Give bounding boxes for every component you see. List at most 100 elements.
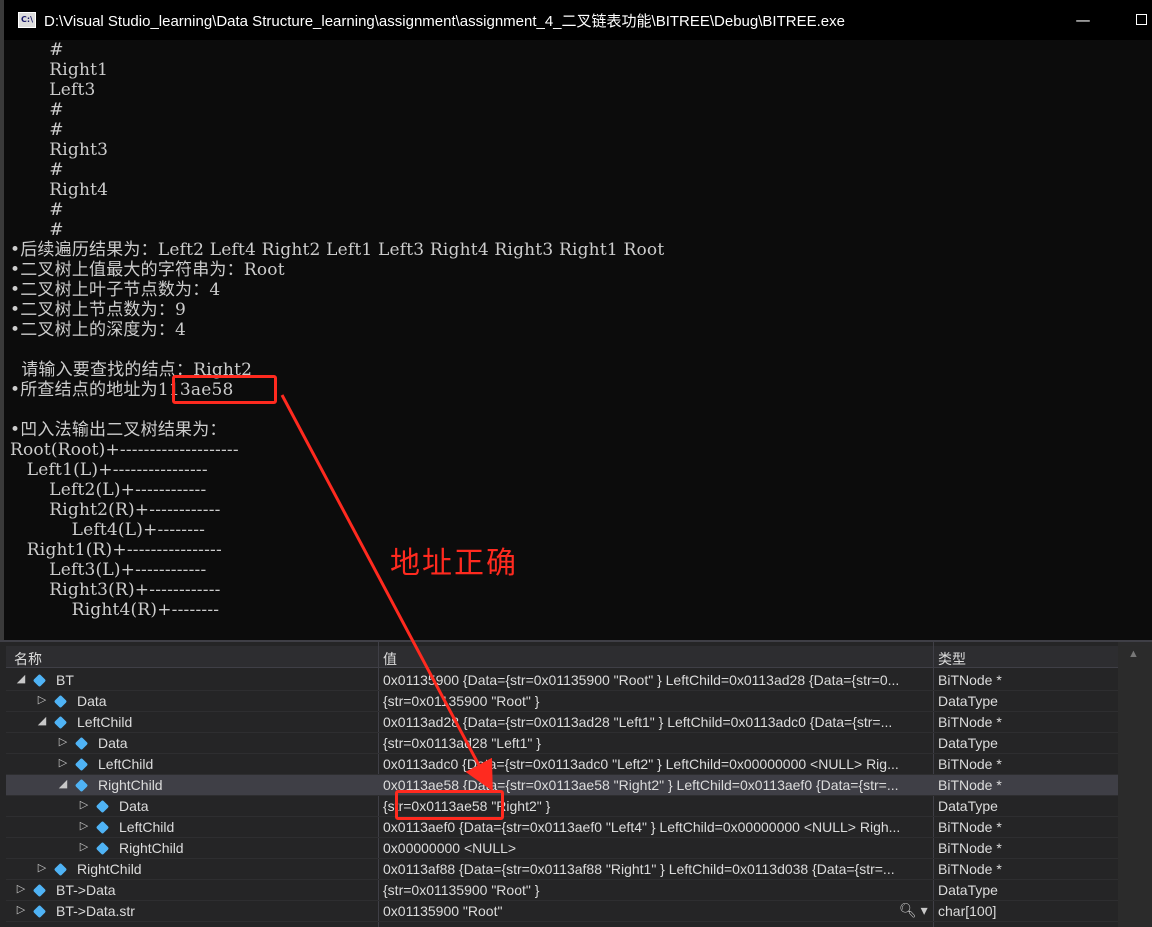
column-value-header[interactable]: 值 xyxy=(383,649,397,669)
variable-type: DataType xyxy=(938,882,998,898)
console-line: # xyxy=(10,40,64,60)
column-type-header[interactable]: 类型 xyxy=(938,649,966,669)
watch-panel: 名称 值 类型 ◢ BT 0x01135900 {Data={str=0x01135… xyxy=(0,640,1152,927)
expander-icon[interactable]: ▷ xyxy=(77,840,91,853)
variable-name: LeftChild xyxy=(98,756,154,772)
object-cube-icon xyxy=(95,820,110,835)
console-line: # xyxy=(10,100,64,120)
scrollbar[interactable]: ▲ xyxy=(1118,642,1152,927)
variable-type: BiTNode * xyxy=(938,756,1002,772)
console-line: •凹入法输出二叉树结果为： xyxy=(10,420,227,440)
variable-value[interactable]: 0x0113aef0 {Data={str=0x0113aef0 "Left4"… xyxy=(383,819,931,835)
variable-type: BiTNode * xyxy=(938,672,1002,688)
variable-type: BiTNode * xyxy=(938,777,1002,793)
watch-row[interactable]: ▷ RightChild 0x00000000 <NULL> BiTNode * xyxy=(6,838,1118,859)
console-line: Left3 xyxy=(10,80,96,100)
variable-name: LeftChild xyxy=(77,714,133,730)
address-highlight-box xyxy=(172,375,277,404)
variable-name: RightChild xyxy=(77,861,142,877)
minimize-button[interactable]: — xyxy=(1068,6,1098,34)
variable-value[interactable]: 0x0113ad28 {Data={str=0x0113ad28 "Left1"… xyxy=(383,714,931,730)
watch-row[interactable]: ▷ Data {str=0x01135900 "Root" } DataType xyxy=(6,691,1118,712)
expander-icon[interactable]: ▷ xyxy=(35,861,49,874)
console-line: Right4 xyxy=(10,180,109,200)
expander-icon[interactable]: ▷ xyxy=(14,903,28,916)
variable-type: BiTNode * xyxy=(938,819,1002,835)
expander-icon[interactable]: ◢ xyxy=(35,714,49,727)
variable-value[interactable]: 0x0113adc0 {Data={str=0x0113adc0 "Left2"… xyxy=(383,756,931,772)
console-line: # xyxy=(10,120,64,140)
title-bar[interactable]: C:\ D:\Visual Studio_learning\Data Struc… xyxy=(0,0,1152,40)
watch-row[interactable]: ◢ BT 0x01135900 {Data={str=0x01135900 "Roo… xyxy=(6,670,1118,691)
expander-icon[interactable]: ▷ xyxy=(77,819,91,832)
window-title: D:\Visual Studio_learning\Data Structure… xyxy=(44,13,845,30)
expander-icon[interactable]: ◢ xyxy=(14,672,28,685)
console-line: Left1(L)+---------------- xyxy=(10,460,208,480)
maximize-button[interactable] xyxy=(1126,6,1152,34)
variable-value[interactable]: {str=0x01135900 "Root" } xyxy=(383,693,931,709)
console-line: # xyxy=(10,160,64,180)
variable-type: DataType xyxy=(938,735,998,751)
console-line: •二叉树上值最大的字符串为：Root xyxy=(10,260,285,280)
expander-icon[interactable]: ▷ xyxy=(35,693,49,706)
console-line: Left3(L)+------------ xyxy=(10,560,207,580)
watch-row[interactable]: ◢ LeftChild 0x0113ad28 {Data={str=0x0113ad… xyxy=(6,712,1118,733)
console-window: # Right1 Left3 # # Right3 # Right4 # # •后… xyxy=(0,0,1152,640)
variable-type: DataType xyxy=(938,693,998,709)
annotation-text: 地址正确 xyxy=(390,546,518,581)
console-line: Right3(R)+------------ xyxy=(10,580,221,600)
watch-row[interactable]: ▷ Data {str=0x0113ae58 "Right2" } DataType xyxy=(6,796,1118,817)
variable-value[interactable]: 0x01135900 "Root" xyxy=(383,903,931,919)
value-highlight-box xyxy=(395,790,504,820)
expander-icon[interactable]: ▷ xyxy=(56,756,70,769)
object-cube-icon xyxy=(74,736,89,751)
variable-name: RightChild xyxy=(119,840,184,856)
console-line: •二叉树上的深度为：4 xyxy=(10,320,187,340)
object-cube-icon xyxy=(32,883,47,898)
variable-value[interactable]: 0x01135900 {Data={str=0x01135900 "Root" … xyxy=(383,672,931,688)
console-line: •后续遍历结果为：Left2 Left4 Right2 Left1 Left3 … xyxy=(10,240,665,260)
watch-row[interactable]: ▷ RightChild 0x0113af88 {Data={str=0x0113a… xyxy=(6,859,1118,880)
search-icon[interactable]: 🔍︎ ▾ xyxy=(899,902,928,919)
variable-value[interactable]: 0x0113af88 {Data={str=0x0113af88 "Right1… xyxy=(383,861,931,877)
expander-icon[interactable]: ▷ xyxy=(77,798,91,811)
console-line: •二叉树上节点数为：9 xyxy=(10,300,187,320)
scroll-up-icon[interactable]: ▲ xyxy=(1128,648,1139,660)
watch-header: 名称 值 类型 xyxy=(6,646,1118,668)
watch-row[interactable]: ▷ LeftChild 0x0113adc0 {Data={str=0x0113ad… xyxy=(6,754,1118,775)
expander-icon[interactable]: ▷ xyxy=(56,735,70,748)
variable-type: char[100] xyxy=(938,903,997,919)
expander-icon[interactable]: ◢ xyxy=(56,777,70,790)
watch-row[interactable]: ▷ Data {str=0x0113ad28 "Left1" } DataType xyxy=(6,733,1118,754)
console-line: Left4(L)+-------- xyxy=(10,520,206,540)
variable-name: BT xyxy=(56,672,74,688)
watch-row[interactable]: ▷ BT->Data.str 0x01135900 "Root" char[100] 🔍… xyxy=(6,901,1118,922)
console-line: Left2(L)+------------ xyxy=(10,480,207,500)
variable-name: BT->Data.str xyxy=(56,903,135,919)
object-cube-icon xyxy=(32,673,47,688)
object-cube-icon xyxy=(53,862,68,877)
console-line: Right2(R)+------------ xyxy=(10,500,221,520)
variable-type: BiTNode * xyxy=(938,714,1002,730)
watch-row[interactable]: ▷ BT->Data {str=0x01135900 "Root" } DataTyp… xyxy=(6,880,1118,901)
variable-value[interactable]: 0x00000000 <NULL> xyxy=(383,840,931,856)
console-line: Right3 xyxy=(10,140,109,160)
object-cube-icon xyxy=(95,841,110,856)
console-line: Right1 xyxy=(10,60,109,80)
variable-value[interactable]: {str=0x01135900 "Root" } xyxy=(383,882,931,898)
variable-type: DataType xyxy=(938,798,998,814)
variable-value[interactable]: {str=0x0113ad28 "Left1" } xyxy=(383,735,931,751)
object-cube-icon xyxy=(32,904,47,919)
console-line: •二叉树上叶子节点数为：4 xyxy=(10,280,221,300)
variable-type: BiTNode * xyxy=(938,861,1002,877)
console-app-icon: C:\ xyxy=(18,12,36,28)
watch-row[interactable]: ▷ LeftChild 0x0113aef0 {Data={str=0x0113ae… xyxy=(6,817,1118,838)
column-name-header[interactable]: 名称 xyxy=(14,649,42,669)
expander-icon[interactable]: ▷ xyxy=(14,882,28,895)
console-line: Right4(R)+-------- xyxy=(10,600,220,620)
watch-row[interactable]: ◢ RightChild 0x0113ae58 {Data={str=0x0113a… xyxy=(6,775,1118,796)
object-cube-icon xyxy=(74,757,89,772)
object-cube-icon xyxy=(53,715,68,730)
console-line: Right1(R)+---------------- xyxy=(10,540,222,560)
console-line: # xyxy=(10,220,64,240)
